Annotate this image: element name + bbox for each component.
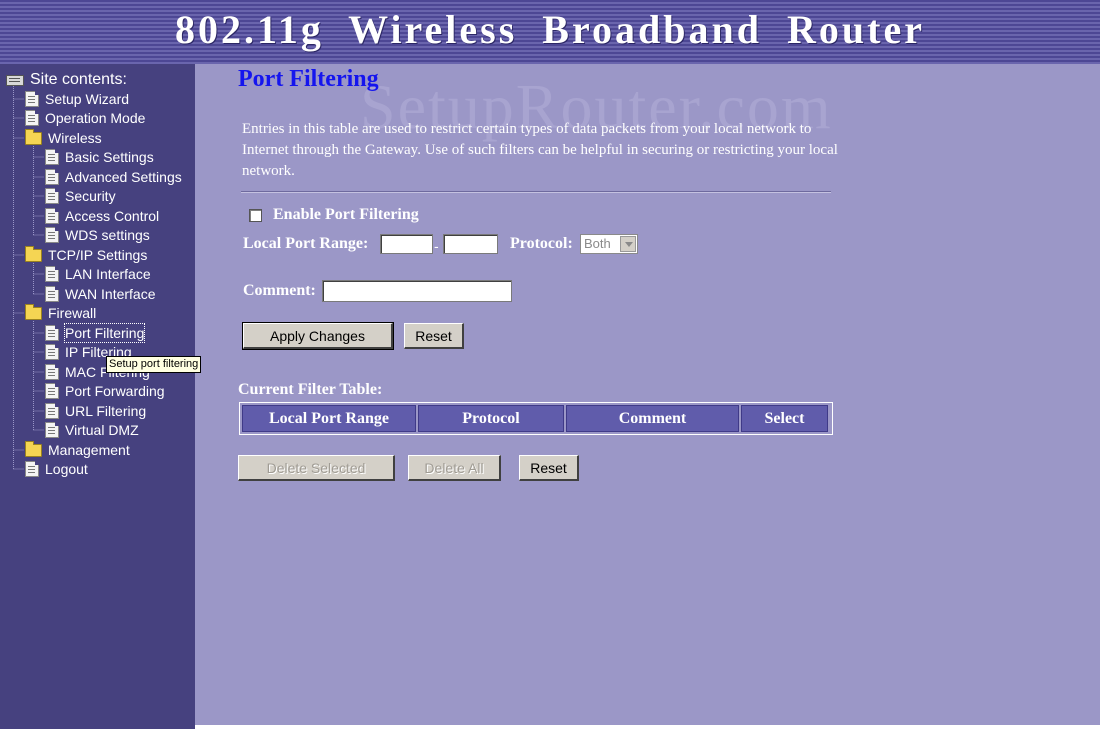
comment-input[interactable] xyxy=(322,280,512,302)
bottom-border xyxy=(195,725,1100,729)
tree-root-label: Site contents: xyxy=(30,71,127,88)
router-title: 802.11g Wireless Broadband Router xyxy=(175,7,925,52)
reset-button[interactable]: Reset xyxy=(404,323,464,349)
protocol-label: Protocol: xyxy=(510,235,573,252)
protocol-select[interactable]: Both xyxy=(580,234,638,254)
column-header-local-port-range: Local Port Range xyxy=(242,405,416,432)
reset-table-button[interactable]: Reset xyxy=(519,455,579,481)
tooltip: Setup port filtering xyxy=(106,356,202,373)
sidebar-item-label: Basic Settings xyxy=(65,149,154,165)
sidebar-item-security[interactable]: Security xyxy=(45,187,116,205)
sidebar-item-wds-settings[interactable]: WDS settings xyxy=(45,226,150,244)
page-description: Entries in this table are used to restri… xyxy=(242,121,838,179)
document-icon xyxy=(45,149,59,165)
document-icon xyxy=(25,91,39,107)
document-icon xyxy=(45,266,59,282)
sidebar-item-label: Port Forwarding xyxy=(65,383,165,399)
folder-icon xyxy=(25,246,42,262)
column-header-protocol: Protocol xyxy=(418,405,564,432)
folder-icon xyxy=(25,304,42,320)
sidebar-item-label: WAN Interface xyxy=(65,286,156,302)
sidebar-navigation: Site contents: Setup Wizard Operation Mo… xyxy=(0,64,195,729)
sidebar-item-basic-settings[interactable]: Basic Settings xyxy=(45,148,154,166)
sidebar-item-label: TCP/IP Settings xyxy=(48,247,148,263)
protocol-select-value: Both xyxy=(584,236,611,251)
enable-port-filtering-checkbox[interactable] xyxy=(249,209,262,222)
sidebar-item-label: Virtual DMZ xyxy=(65,422,139,438)
local-port-range-label: Local Port Range: xyxy=(243,235,369,252)
document-icon xyxy=(25,461,39,477)
sidebar-item-label: Operation Mode xyxy=(45,110,146,126)
table-header-row: Local Port Range Protocol Comment Select xyxy=(241,404,831,433)
sidebar-folder-management[interactable]: Management xyxy=(25,441,130,459)
sidebar-item-port-forwarding[interactable]: Port Forwarding xyxy=(45,382,165,400)
column-header-select: Select xyxy=(741,405,828,432)
sidebar-item-label: Firewall xyxy=(48,305,97,321)
document-icon xyxy=(45,364,59,380)
document-icon xyxy=(45,188,59,204)
document-icon xyxy=(45,383,59,399)
tree-root: Site contents: xyxy=(6,71,127,89)
sidebar-folder-wireless[interactable]: Wireless xyxy=(25,129,102,147)
folder-icon xyxy=(25,129,42,145)
sidebar-item-logout[interactable]: Logout xyxy=(25,460,88,478)
sidebar-item-port-filtering[interactable]: Port Filtering xyxy=(45,323,146,343)
book-icon xyxy=(6,75,24,86)
folder-icon xyxy=(25,441,42,457)
port-range-to-input[interactable] xyxy=(443,234,498,254)
delete-all-button[interactable]: Delete All xyxy=(408,455,501,481)
sidebar-item-label: Access Control xyxy=(65,208,160,224)
sidebar-item-label: Management xyxy=(48,442,130,458)
current-filter-table: Local Port Range Protocol Comment Select xyxy=(239,402,833,435)
sidebar-item-label: Logout xyxy=(45,461,88,477)
sidebar-item-label: Advanced Settings xyxy=(65,169,182,185)
sidebar-folder-firewall[interactable]: Firewall xyxy=(25,304,96,322)
document-icon xyxy=(45,169,59,185)
sidebar-item-wan-interface[interactable]: WAN Interface xyxy=(45,285,156,303)
document-icon xyxy=(45,227,59,243)
sidebar-item-label: LAN Interface xyxy=(65,266,151,282)
sidebar-item-label: Security xyxy=(65,188,116,204)
sidebar-item-label: Setup Wizard xyxy=(45,91,130,107)
apply-changes-button[interactable]: Apply Changes xyxy=(242,322,394,350)
sidebar-folder-tcpip-settings[interactable]: TCP/IP Settings xyxy=(25,246,147,264)
delete-selected-button[interactable]: Delete Selected xyxy=(238,455,395,481)
sidebar-item-label: Port Filtering xyxy=(63,323,146,343)
sidebar-item-label: WDS settings xyxy=(65,227,150,243)
enable-port-filtering-label: Enable Port Filtering xyxy=(273,206,419,223)
chevron-down-icon[interactable] xyxy=(620,236,636,252)
current-filter-table-title: Current Filter Table: xyxy=(238,381,383,398)
port-range-from-input[interactable] xyxy=(380,234,433,254)
port-range-dash: - xyxy=(434,238,439,254)
sidebar-item-label: URL Filtering xyxy=(65,403,147,419)
sidebar-item-setup-wizard[interactable]: Setup Wizard xyxy=(25,90,129,108)
sidebar-item-url-filtering[interactable]: URL Filtering xyxy=(45,402,146,420)
document-icon xyxy=(25,110,39,126)
sidebar-item-advanced-settings[interactable]: Advanced Settings xyxy=(45,168,182,186)
sidebar-item-lan-interface[interactable]: LAN Interface xyxy=(45,265,151,283)
document-icon xyxy=(45,286,59,302)
document-icon xyxy=(45,208,59,224)
sidebar-item-label: Wireless xyxy=(48,130,102,146)
document-icon xyxy=(45,422,59,438)
sidebar-item-virtual-dmz[interactable]: Virtual DMZ xyxy=(45,421,139,439)
document-icon xyxy=(45,325,59,341)
comment-label: Comment: xyxy=(243,282,316,299)
document-icon xyxy=(45,403,59,419)
divider xyxy=(241,191,831,193)
header-banner: 802.11g Wireless Broadband Router xyxy=(0,0,1100,64)
document-icon xyxy=(45,344,59,360)
column-header-comment: Comment xyxy=(566,405,739,432)
page-title: Port Filtering xyxy=(238,66,379,92)
sidebar-item-access-control[interactable]: Access Control xyxy=(45,207,159,225)
sidebar-item-operation-mode[interactable]: Operation Mode xyxy=(25,109,145,127)
